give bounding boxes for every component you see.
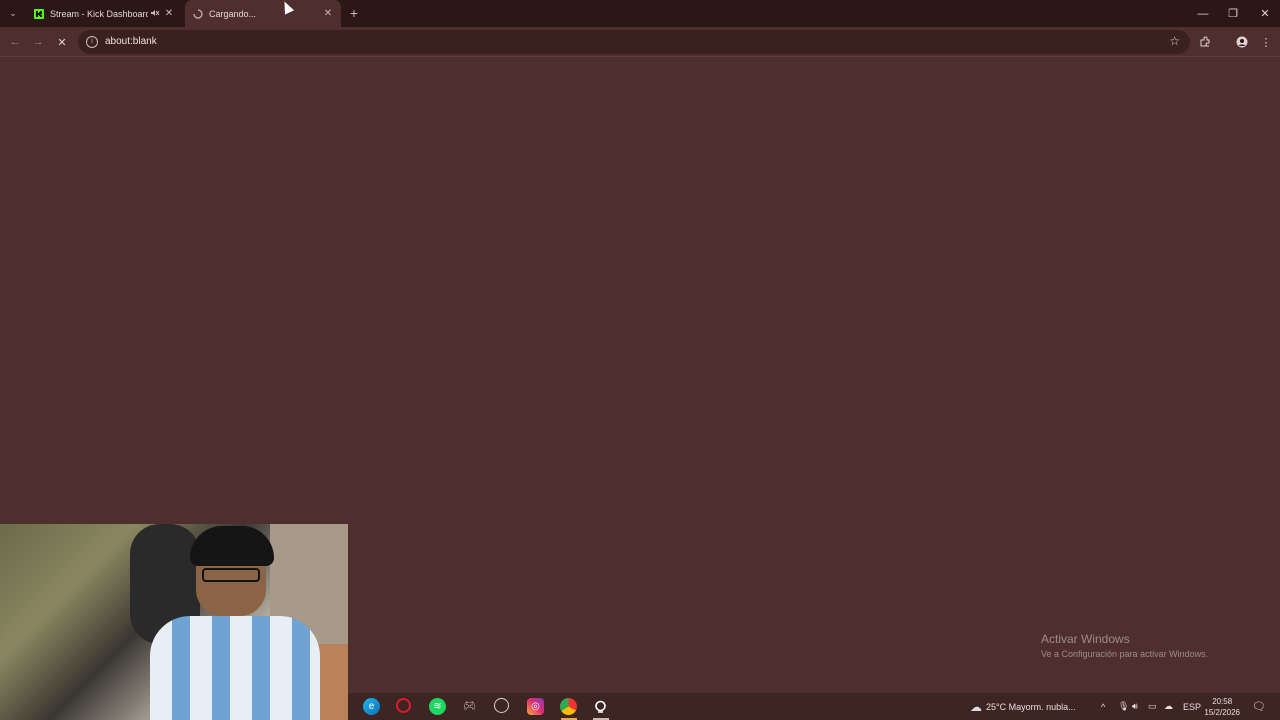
new-tab-button[interactable]: + bbox=[346, 5, 362, 21]
minimize-icon[interactable]: — bbox=[1188, 0, 1218, 27]
bookmark-star-icon[interactable]: ☆ bbox=[1169, 34, 1180, 48]
back-arrow-icon[interactable]: ← bbox=[7, 34, 23, 50]
game-controller-icon[interactable]: 🎮︎ bbox=[461, 698, 478, 715]
tray-overflow-icon[interactable]: ^ bbox=[1101, 693, 1105, 720]
cloud-icon: ☁ bbox=[970, 699, 982, 714]
opera-icon[interactable] bbox=[396, 698, 411, 713]
tab-loading[interactable]: Cargando... ✕ bbox=[185, 0, 341, 27]
tab-strip: ⌄ Stream - Kick Dashboard ✕ Cargando... … bbox=[0, 0, 1280, 27]
extensions-icon[interactable] bbox=[1197, 34, 1213, 50]
watermark-subtitle: Ve a Configuración para activar Windows. bbox=[1041, 649, 1209, 659]
clock-date: 15/2/2026 bbox=[1204, 708, 1240, 717]
forward-arrow-icon[interactable]: → bbox=[30, 34, 46, 50]
close-window-icon[interactable]: ✕ bbox=[1250, 0, 1280, 27]
stop-loading-icon[interactable]: ✕ bbox=[54, 34, 70, 50]
edge-icon[interactable]: e bbox=[363, 698, 380, 715]
chrome-icon[interactable] bbox=[560, 698, 577, 715]
instagram-icon[interactable]: ◎ bbox=[527, 698, 544, 715]
taskbar: e ≋ 🎮︎ ◎ ☁ 25°C Mayorm. nubla... ^ 🎙︎ 🔊︎… bbox=[348, 693, 1280, 720]
spotify-icon[interactable]: ≋ bbox=[429, 698, 446, 715]
url-input[interactable] bbox=[105, 36, 1005, 47]
volume-icon[interactable]: 🔊︎ bbox=[1132, 693, 1138, 720]
menu-kebab-icon[interactable]: ⋮ bbox=[1258, 34, 1274, 50]
tab-kick-dashboard[interactable]: Stream - Kick Dashboard ✕ bbox=[26, 0, 182, 27]
webcam-overlay bbox=[0, 524, 348, 720]
clock[interactable]: 20:58 15/2/2026 bbox=[1204, 696, 1240, 718]
profile-avatar-icon[interactable] bbox=[1234, 34, 1250, 50]
tab-search-chevron-icon[interactable]: ⌄ bbox=[4, 4, 22, 22]
obs-icon[interactable] bbox=[494, 698, 509, 713]
watermark-title: Activar Windows bbox=[1041, 632, 1130, 646]
webcam-glasses bbox=[202, 568, 260, 582]
browser-toolbar: ← → ✕ i ☆ ⋮ bbox=[0, 27, 1280, 57]
tab-close-icon[interactable]: ✕ bbox=[162, 8, 176, 19]
microphone-icon[interactable]: 🎙︎ bbox=[1118, 693, 1129, 720]
kick-icon bbox=[34, 8, 44, 19]
weather-widget[interactable]: ☁ 25°C Mayorm. nubla... bbox=[970, 693, 1076, 720]
webcam-shirt bbox=[150, 616, 320, 720]
webcam-hair bbox=[190, 526, 274, 566]
tab-muted-icon[interactable] bbox=[148, 8, 162, 20]
restore-icon[interactable]: ❐ bbox=[1218, 0, 1248, 27]
weather-text: 25°C Mayorm. nubla... bbox=[986, 701, 1076, 712]
notifications-icon[interactable]: 🗨︎ bbox=[1252, 693, 1266, 720]
activate-windows-watermark: Activar Windows Ve a Configuración para … bbox=[1041, 632, 1208, 659]
language-indicator[interactable]: ESP bbox=[1183, 693, 1201, 720]
onedrive-icon[interactable]: ☁ bbox=[1164, 693, 1173, 720]
clock-time: 20:58 bbox=[1212, 697, 1233, 706]
loading-spinner-icon bbox=[193, 8, 203, 19]
search-icon[interactable] bbox=[592, 698, 609, 715]
address-bar[interactable]: i ☆ bbox=[78, 30, 1190, 54]
network-icon[interactable]: ▭ bbox=[1148, 693, 1157, 720]
site-info-icon[interactable]: i bbox=[86, 36, 98, 48]
tab-title: Cargando... bbox=[209, 8, 257, 19]
tab-title: Stream - Kick Dashboard bbox=[50, 8, 148, 19]
tab-close-icon[interactable]: ✕ bbox=[321, 8, 335, 19]
